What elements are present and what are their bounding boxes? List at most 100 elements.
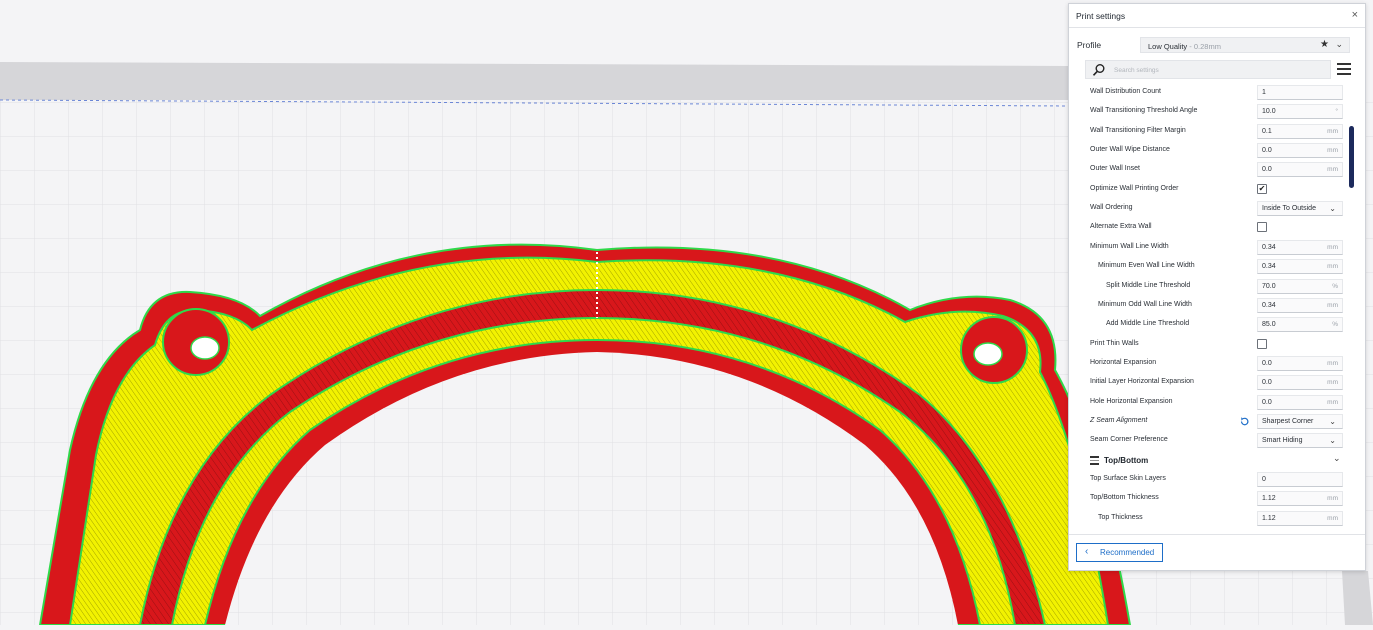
setting-dropdown[interactable]: Inside To Outside ⌄ — [1257, 201, 1343, 216]
setting-row: Add Middle Line Threshold 85.0% — [1069, 315, 1359, 334]
dropdown-value: Smart Hiding — [1262, 437, 1303, 444]
setting-unit: ° — [1335, 108, 1338, 115]
setting-unit: % — [1332, 283, 1338, 290]
setting-label: Add Middle Line Threshold — [1106, 320, 1190, 327]
setting-input[interactable]: 0 — [1257, 472, 1343, 487]
setting-label: Split Middle Line Threshold — [1106, 282, 1191, 289]
setting-checkbox[interactable]: ✔ — [1257, 184, 1267, 194]
search-box[interactable] — [1085, 60, 1331, 79]
setting-value: 0.0 — [1262, 379, 1272, 386]
setting-row: Alternate Extra Wall — [1069, 218, 1359, 237]
setting-value: 85.0 — [1262, 321, 1276, 328]
setting-unit: mm — [1327, 399, 1338, 406]
setting-value: 0.0 — [1262, 360, 1272, 367]
setting-row: Split Middle Line Threshold 70.0% — [1069, 277, 1359, 296]
plate-back-wall — [0, 62, 1068, 100]
setting-input[interactable]: 0.1 mm — [1257, 124, 1343, 139]
setting-label: Wall Transitioning Filter Margin — [1090, 127, 1186, 134]
setting-unit: mm — [1327, 495, 1338, 502]
setting-value: 70.0 — [1262, 283, 1276, 290]
setting-input[interactable]: 1.12 mm — [1257, 491, 1343, 506]
settings-menu-icon[interactable] — [1337, 63, 1351, 75]
setting-row: Top/Bottom Thickness 1.12 mm — [1069, 489, 1359, 508]
chevron-left-icon: ‹ — [1085, 546, 1089, 557]
setting-input[interactable]: 0.0 mm — [1257, 162, 1343, 177]
category-label: Top/Bottom — [1104, 456, 1149, 465]
search-input[interactable] — [1112, 63, 1326, 78]
setting-row: Minimum Odd Wall Line Width 0.34 mm — [1069, 296, 1359, 315]
dropdown-value: Sharpest Corner — [1262, 418, 1314, 425]
setting-value: 0.34 — [1262, 263, 1276, 270]
setting-value: 0.1 — [1262, 128, 1272, 135]
setting-label: Top/Bottom Thickness — [1090, 494, 1159, 501]
profile-layer-height: - 0.28mm — [1187, 42, 1221, 51]
scrollbar-thumb[interactable] — [1349, 126, 1354, 188]
reset-icon[interactable] — [1239, 416, 1250, 427]
recommended-label: Recommended — [1100, 548, 1155, 557]
setting-input[interactable]: 0.34 mm — [1257, 298, 1343, 313]
setting-input[interactable]: 0.34 mm — [1257, 259, 1343, 274]
setting-value: 0 — [1262, 476, 1266, 483]
setting-input[interactable]: 0.0 mm — [1257, 143, 1343, 158]
setting-value: 0.0 — [1262, 166, 1272, 173]
setting-label: Wall Transitioning Threshold Angle — [1090, 107, 1198, 114]
setting-row: Hole Horizontal Expansion 0.0 mm — [1069, 393, 1359, 412]
setting-row: Outer Wall Wipe Distance 0.0 mm — [1069, 141, 1359, 160]
setting-row: Z Seam Alignment Sharpest Corner ⌄ — [1069, 412, 1359, 431]
setting-dropdown[interactable]: Smart Hiding ⌄ — [1257, 433, 1343, 448]
chevron-down-icon[interactable]: ⌄ — [1335, 39, 1343, 50]
setting-unit: mm — [1327, 360, 1338, 367]
setting-input[interactable]: 70.0% — [1257, 279, 1343, 294]
chevron-down-icon: ⌄ — [1329, 417, 1336, 426]
profile-quality: Low Quality — [1148, 42, 1188, 51]
setting-value: 0.34 — [1262, 244, 1276, 251]
setting-value: 1.12 — [1262, 495, 1276, 502]
setting-value: 0.0 — [1262, 399, 1272, 406]
setting-unit: mm — [1327, 379, 1338, 386]
setting-input[interactable]: 1.12 mm — [1257, 511, 1343, 526]
setting-input[interactable]: 0.0 mm — [1257, 395, 1343, 410]
chevron-down-icon[interactable]: ⌄ — [1333, 453, 1341, 464]
setting-input[interactable]: 0.0 mm — [1257, 375, 1343, 390]
dropdown-value: Inside To Outside — [1262, 205, 1316, 212]
setting-value: 10.0 — [1262, 108, 1276, 115]
setting-row: Top Thickness 1.12 mm — [1069, 509, 1359, 528]
category-header[interactable]: Top/Bottom ⌄ — [1069, 451, 1359, 470]
print-settings-panel: Print settings × Profile Low Quality - 0… — [1068, 3, 1366, 571]
setting-unit: % — [1332, 321, 1338, 328]
setting-label: Alternate Extra Wall — [1090, 223, 1152, 230]
setting-checkbox[interactable] — [1257, 339, 1267, 349]
setting-unit: mm — [1327, 302, 1338, 309]
setting-input[interactable]: 0.0 mm — [1257, 356, 1343, 371]
setting-label: Wall Distribution Count — [1090, 88, 1161, 95]
setting-checkbox[interactable] — [1257, 222, 1267, 232]
setting-value: 1 — [1262, 89, 1266, 96]
setting-row: Outer Wall Inset 0.0 mm — [1069, 160, 1359, 179]
chevron-down-icon: ⌄ — [1329, 204, 1336, 213]
setting-label: Initial Layer Horizontal Expansion — [1090, 378, 1194, 385]
setting-label: Minimum Odd Wall Line Width — [1098, 301, 1192, 308]
setting-unit: mm — [1327, 244, 1338, 251]
setting-label: Seam Corner Preference — [1090, 436, 1168, 443]
setting-row: Wall Transitioning Filter Margin 0.1 mm — [1069, 122, 1359, 141]
setting-row: Top Surface Skin Layers 0 — [1069, 470, 1359, 489]
setting-input[interactable]: 85.0% — [1257, 317, 1343, 332]
setting-input[interactable]: 1 — [1257, 85, 1343, 100]
profile-select[interactable]: Low Quality - 0.28mm ★ ⌄ — [1140, 37, 1350, 53]
setting-input[interactable]: 10.0 ° — [1257, 104, 1343, 119]
setting-label: Minimum Even Wall Line Width — [1098, 262, 1195, 269]
setting-value: 0.0 — [1262, 147, 1272, 154]
setting-unit: mm — [1327, 128, 1338, 135]
setting-label: Horizontal Expansion — [1090, 359, 1157, 366]
setting-input[interactable]: 0.34 mm — [1257, 240, 1343, 255]
setting-label: Outer Wall Wipe Distance — [1090, 146, 1170, 153]
mount-hole-left — [190, 336, 220, 360]
setting-row: Initial Layer Horizontal Expansion 0.0 mm — [1069, 373, 1359, 392]
setting-unit: mm — [1327, 515, 1338, 522]
star-icon[interactable]: ★ — [1320, 39, 1329, 50]
recommended-button[interactable]: ‹ Recommended — [1076, 543, 1163, 562]
close-icon[interactable]: × — [1352, 9, 1358, 21]
setting-dropdown[interactable]: Sharpest Corner ⌄ — [1257, 414, 1343, 429]
settings-list[interactable]: Wall Distribution Count 1 Wall Transitioni… — [1069, 83, 1359, 531]
setting-row: Print Thin Walls — [1069, 335, 1359, 354]
